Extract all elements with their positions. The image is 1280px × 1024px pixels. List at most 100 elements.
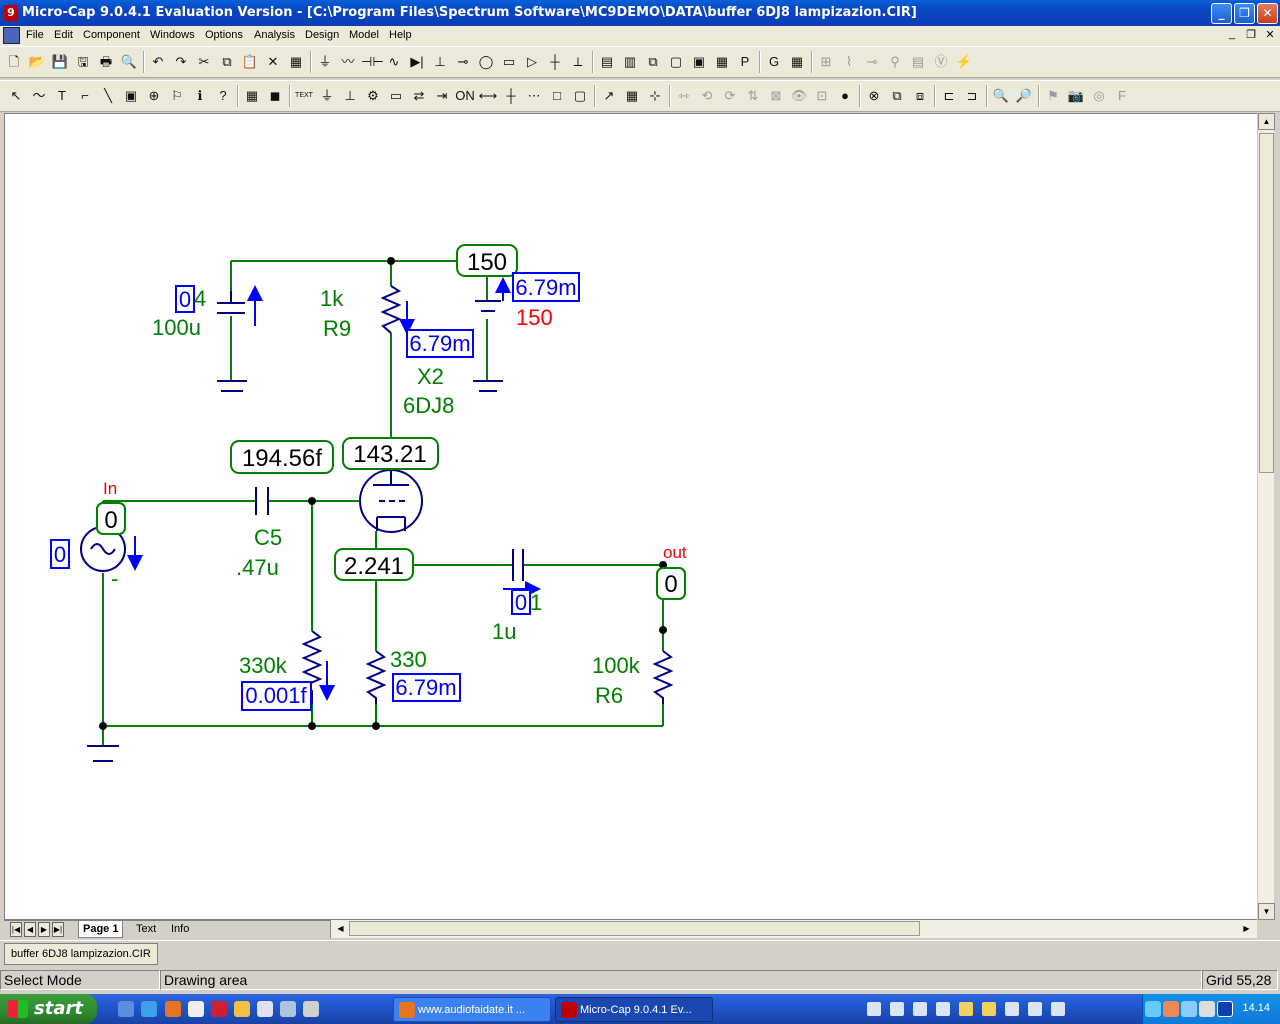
- current-label-source[interactable]: 0: [50, 539, 70, 569]
- voltage-label-in[interactable]: 0: [96, 502, 126, 535]
- scroll-thumb[interactable]: [1259, 133, 1274, 473]
- drawing-tool-button-1[interactable]: 〜: [29, 86, 49, 106]
- shield-ql-icon[interactable]: [303, 1001, 319, 1017]
- source-icon[interactable]: ◯: [476, 52, 496, 72]
- drawing-tool-button-8[interactable]: ℹ: [190, 86, 210, 106]
- vertical-scrollbar[interactable]: ▲ ▼: [1257, 113, 1275, 920]
- drawing-tool-button-13[interactable]: ⏚: [317, 86, 337, 106]
- voltage-label-cathode[interactable]: 2.241: [334, 548, 414, 581]
- document-tab[interactable]: buffer 6DJ8 lampizazion.CIR: [4, 943, 158, 965]
- drawing-tool-button-31[interactable]: ⇅: [743, 86, 763, 106]
- drawing-tool-button-6[interactable]: ⊕: [144, 86, 164, 106]
- vdd-icon[interactable]: Ⓥ: [931, 52, 951, 72]
- probe-icon[interactable]: ⚲: [885, 52, 905, 72]
- voltage-label-143[interactable]: 143.21: [342, 437, 439, 470]
- scroll-left-icon[interactable]: ◀: [333, 921, 348, 936]
- drawing-tool-button-3[interactable]: ⌐: [75, 86, 95, 106]
- chart-icon[interactable]: ⚡: [954, 52, 974, 72]
- menu-model[interactable]: Model: [349, 29, 379, 41]
- close-button[interactable]: ✕: [1257, 3, 1278, 24]
- mdi-minimize-button[interactable]: _: [1224, 28, 1240, 43]
- drawing-tool-button-43[interactable]: ⚑: [1043, 86, 1063, 106]
- network-icon[interactable]: [1181, 1001, 1197, 1017]
- drawing-tool-button-5[interactable]: ▣: [121, 86, 141, 106]
- drawing-tool-button-21[interactable]: ┼: [501, 86, 521, 106]
- folder-icon[interactable]: [959, 1002, 973, 1016]
- last-page-button[interactable]: ▶|: [52, 922, 64, 937]
- drawing-tool-button-34[interactable]: ⊡: [812, 86, 832, 106]
- battery-icon[interactable]: ⊥: [430, 52, 450, 72]
- mdi-restore-button[interactable]: ❐: [1243, 28, 1259, 43]
- drawing-tool-button-16[interactable]: ▭: [386, 86, 406, 106]
- document-icon[interactable]: [3, 27, 20, 44]
- drawing-tool-button-46[interactable]: F: [1112, 86, 1132, 106]
- drawing-tool-button-42[interactable]: 🔎: [1014, 86, 1034, 106]
- show-desktop-icon[interactable]: [118, 1001, 134, 1017]
- tray-app-icon-5[interactable]: [1005, 1002, 1019, 1016]
- tray-app-icon-3[interactable]: [913, 1002, 927, 1016]
- drawing-tool-button-14[interactable]: ⊥: [340, 86, 360, 106]
- calculator-icon[interactable]: ▦: [712, 52, 732, 72]
- schematic[interactable]: 150 194.56f 143.21 0 2.241 0 0 6.79m 6.7…: [5, 114, 1258, 921]
- drawing-tool-button-24[interactable]: ▢: [570, 86, 590, 106]
- app-ql-icon[interactable]: [257, 1001, 273, 1017]
- menu-component[interactable]: Component: [83, 29, 140, 41]
- first-page-button[interactable]: |◀: [10, 922, 22, 937]
- drawing-tool-button-26[interactable]: ▦: [622, 86, 642, 106]
- tray-app-icon-7[interactable]: [1051, 1002, 1065, 1016]
- cascade-icon[interactable]: ⧉: [643, 52, 663, 72]
- cut-icon[interactable]: ✂: [194, 52, 214, 72]
- tray-app-icon-6[interactable]: [1028, 1002, 1042, 1016]
- mdi-close-button[interactable]: ✕: [1262, 28, 1278, 43]
- voltage-label-150[interactable]: 150: [456, 244, 518, 277]
- wire-resistor-icon[interactable]: 〰: [338, 52, 358, 72]
- prev-page-button[interactable]: ◀: [24, 922, 36, 937]
- tray-app-icon-2[interactable]: [890, 1002, 904, 1016]
- drawing-tool-button-23[interactable]: □: [547, 86, 567, 106]
- inductor-icon[interactable]: ∿: [384, 52, 404, 72]
- next-page-button[interactable]: ▶: [38, 922, 50, 937]
- drawing-tool-button-30[interactable]: ⟳: [720, 86, 740, 106]
- menu-windows[interactable]: Windows: [150, 29, 195, 41]
- ic-icon[interactable]: ▭: [499, 52, 519, 72]
- step-icon[interactable]: ⊸: [862, 52, 882, 72]
- maximize-button[interactable]: ❐: [1234, 3, 1255, 24]
- print-icon[interactable]: 🖶: [96, 52, 116, 72]
- tab-text[interactable]: Text: [132, 921, 160, 938]
- current-label-r330k[interactable]: 0.001f: [241, 681, 312, 711]
- print-preview-icon[interactable]: 🔍: [119, 52, 139, 72]
- tray-app-icon-1[interactable]: [867, 1002, 881, 1016]
- drawing-tool-button-11[interactable]: ◼: [265, 86, 285, 106]
- menu-file[interactable]: File: [26, 29, 44, 41]
- volume-icon[interactable]: [1199, 1001, 1215, 1017]
- drawing-tool-button-27[interactable]: ⊹: [645, 86, 665, 106]
- drawing-tool-button-37[interactable]: ⧉: [887, 86, 907, 106]
- drawing-tool-button-12[interactable]: TEXT: [294, 86, 314, 106]
- app-icon[interactable]: 9: [4, 5, 18, 21]
- drawing-tool-button-7[interactable]: ⚐: [167, 86, 187, 106]
- drawing-tool-button-32[interactable]: ⊠: [766, 86, 786, 106]
- menu-help[interactable]: Help: [389, 29, 412, 41]
- menu-design[interactable]: Design: [305, 29, 339, 41]
- media-play-icon[interactable]: [1217, 1001, 1233, 1017]
- drawing-tool-button-28[interactable]: ⇿: [674, 86, 694, 106]
- split-icon[interactable]: ▥: [620, 52, 640, 72]
- redo-icon[interactable]: ↷: [171, 52, 191, 72]
- diode-icon[interactable]: ▶|: [407, 52, 427, 72]
- save-ql-icon[interactable]: [211, 1001, 227, 1017]
- title-bar[interactable]: 9 Micro-Cap 9.0.4.1 Evaluation Version -…: [0, 0, 1280, 26]
- drawing-tool-button-17[interactable]: ⇄: [409, 86, 429, 106]
- current-label-c1[interactable]: 0: [175, 285, 195, 313]
- drawing-tool-button-25[interactable]: ↗: [599, 86, 619, 106]
- drawing-tool-button-2[interactable]: T: [52, 86, 72, 106]
- tray-fox-icon[interactable]: [1163, 1001, 1179, 1017]
- drawing-tool-button-15[interactable]: ⚙: [363, 86, 383, 106]
- pin-icon[interactable]: ⊞: [816, 52, 836, 72]
- tray-app-icon-4[interactable]: [936, 1002, 950, 1016]
- drawing-tool-button-22[interactable]: ⋯: [524, 86, 544, 106]
- copy-icon[interactable]: ⧉: [217, 52, 237, 72]
- drawing-tool-button-45[interactable]: ◎: [1089, 86, 1109, 106]
- paste-icon[interactable]: 📋: [240, 52, 260, 72]
- drawing-tool-button-4[interactable]: ╲: [98, 86, 118, 106]
- current-label-r330[interactable]: 6.79m: [392, 673, 461, 702]
